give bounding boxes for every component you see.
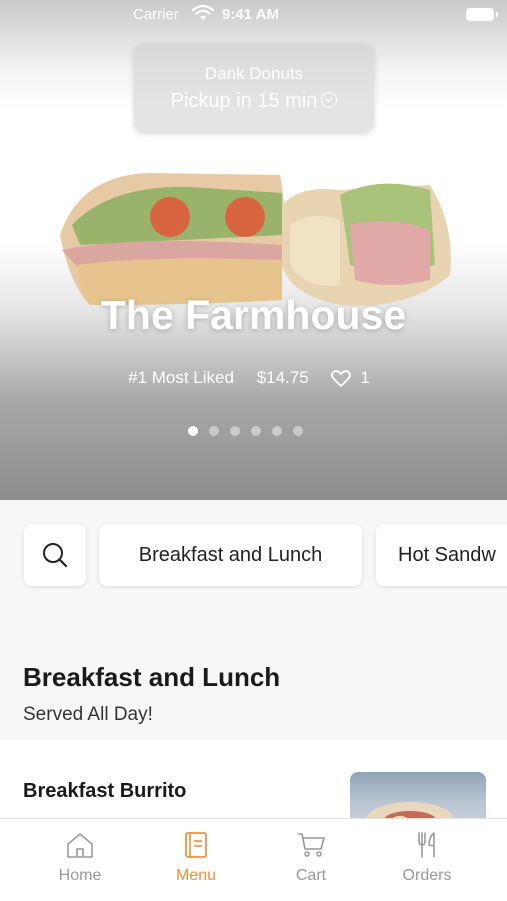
item-name: Breakfast Burrito bbox=[23, 780, 187, 802]
tab-cart[interactable]: Cart bbox=[256, 831, 366, 885]
section-title: Breakfast and Lunch bbox=[23, 662, 281, 692]
price-label: $14.75 bbox=[256, 368, 309, 387]
likes-count: 1 bbox=[360, 368, 370, 387]
home-icon bbox=[67, 833, 93, 858]
cart-icon bbox=[298, 833, 325, 857]
carousel-dot[interactable] bbox=[209, 426, 219, 436]
tab-home[interactable]: Home bbox=[25, 831, 135, 885]
menu-section-header: Breakfast and Lunch Served All Day! bbox=[0, 640, 507, 740]
menu-item[interactable]: Breakfast Burrito bbox=[0, 740, 507, 842]
hero-banner[interactable]: Carrier 9:41 AM Dank Donuts Pickup in 15… bbox=[0, 0, 507, 500]
tab-orders-label: Orders bbox=[402, 867, 452, 884]
tab-bar: Home Menu Cart Orders bbox=[0, 818, 507, 901]
rank-label: #1 Most Liked bbox=[128, 368, 234, 387]
carousel-dot[interactable] bbox=[230, 426, 240, 436]
tab-home-label: Home bbox=[58, 867, 102, 884]
carousel-dot[interactable] bbox=[188, 426, 198, 436]
battery-icon bbox=[466, 8, 498, 21]
likes[interactable]: 1 bbox=[331, 368, 378, 387]
carousel-dots[interactable] bbox=[188, 423, 314, 441]
category-chips[interactable]: Breakfast and Lunch Hot Sandw bbox=[0, 500, 507, 640]
carousel-dot[interactable] bbox=[251, 426, 261, 436]
store-name: Dank Donuts bbox=[204, 64, 304, 83]
carousel-dot[interactable] bbox=[293, 426, 303, 436]
tab-menu[interactable]: Menu bbox=[141, 831, 251, 885]
orders-icon bbox=[418, 832, 435, 858]
search-button[interactable] bbox=[24, 524, 86, 586]
tab-orders[interactable]: Orders bbox=[372, 831, 482, 885]
menu-icon bbox=[185, 832, 207, 858]
tab-cart-label: Cart bbox=[295, 867, 327, 884]
chip-hot-sandwiches[interactable]: Hot Sandw bbox=[376, 524, 507, 586]
clock: 9:41 AM bbox=[222, 6, 279, 23]
chip-breakfast-and-lunch[interactable]: Breakfast and Lunch bbox=[99, 524, 362, 586]
pickup-time: Pickup in 15 min bbox=[134, 90, 374, 113]
status-bar: Carrier 9:41 AM bbox=[0, 0, 507, 30]
hero-title: The Farmhouse bbox=[100, 292, 407, 338]
hero-meta: #1 Most Liked $14.75 1 bbox=[0, 368, 507, 388]
carrier-label: Carrier bbox=[133, 6, 179, 23]
search-icon bbox=[43, 543, 68, 568]
tab-menu-label: Menu bbox=[175, 867, 217, 884]
carousel-dot[interactable] bbox=[272, 426, 282, 436]
pickup-time-label: Pickup in 15 min bbox=[170, 90, 318, 112]
section-subtitle: Served All Day! bbox=[23, 704, 153, 725]
heart-icon bbox=[331, 369, 352, 387]
pickup-selector[interactable]: Dank Donuts Pickup in 15 min bbox=[134, 44, 374, 132]
chevron-down-icon bbox=[321, 91, 338, 108]
wifi-icon bbox=[191, 4, 215, 25]
